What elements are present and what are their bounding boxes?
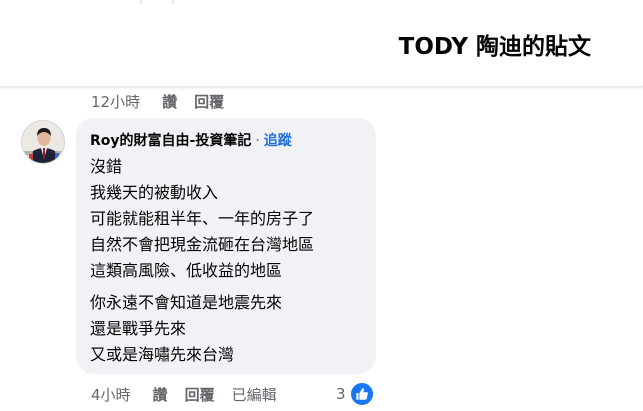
like-button[interactable]: 讚 [153, 384, 168, 405]
reaction-count: 3 [336, 385, 346, 403]
comment-timestamp[interactable]: 4小時 [91, 384, 131, 405]
comment-paragraph-1: 沒錯 我幾天的被動收入 可能就能租半年、一年的房子了 自然不會把現金流砸在台灣地… [90, 154, 314, 284]
comment-bubble: Roy的財富自由-投資筆記 · 追蹤 沒錯 我幾天的被動收入 可能就能租半年、一年的… [76, 118, 376, 374]
edited-label[interactable]: 已編輯 [232, 384, 277, 405]
reply-button[interactable]: 回覆 [194, 91, 224, 112]
scroll-edge-decoration [140, 0, 174, 4]
avatar-photo-icon [22, 121, 64, 163]
comment-author[interactable]: Roy的財富自由-投資筆記 [90, 133, 251, 149]
comment-line: 你永遠不會知道是地震先來 [90, 293, 283, 312]
comment-timestamp[interactable]: 12小時 [91, 91, 140, 112]
comment-line: 我幾天的被動收入 [90, 183, 219, 202]
comment-line: 又或是海嘯先來台灣 [90, 345, 235, 364]
previous-comment-actions: 12小時 讚 回覆 [91, 90, 241, 112]
comment-line: 自然不會把現金流砸在台灣地區 [90, 235, 315, 254]
comment-header: Roy的財富自由-投資筆記 · 追蹤 [90, 130, 292, 150]
comment-line: 可能就能租半年、一年的房子了 [90, 209, 315, 228]
like-button[interactable]: 讚 [162, 91, 177, 112]
comment-line: 還是戰爭先來 [90, 319, 187, 338]
comment-line: 沒錯 [90, 157, 123, 176]
post-title: TODY 陶迪的貼文 [398, 34, 591, 60]
separator: · [255, 133, 260, 149]
dialog-header: TODY 陶迪的貼文 [0, 0, 643, 87]
comment-view: TODY 陶迪的貼文 12小時 讚 回覆 Roy的財富自由-投資筆記 · 追蹤 沒錯… [0, 0, 643, 411]
comment-actions: 4小時 讚 回覆 已編輯 [91, 383, 294, 405]
reply-button[interactable]: 回覆 [185, 384, 215, 405]
thumbs-up-icon [348, 381, 375, 407]
comment-paragraph-2: 你永遠不會知道是地震先來 還是戰爭先來 又或是海嘯先來台灣 [90, 290, 282, 368]
comment-line: 這類高風險、低收益的地區 [90, 261, 283, 280]
reaction-summary[interactable]: 3 [336, 381, 375, 407]
follow-button[interactable]: 追蹤 [264, 133, 292, 149]
avatar[interactable] [21, 120, 65, 164]
